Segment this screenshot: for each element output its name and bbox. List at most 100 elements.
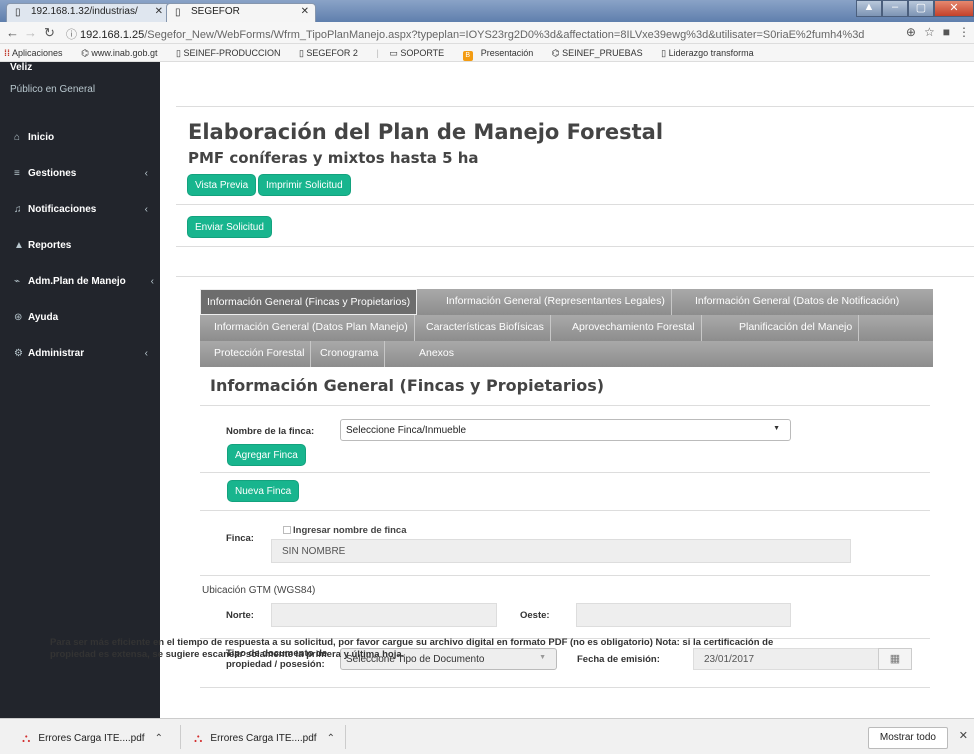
sidebar-item-gestiones[interactable]: ≡ Gestiones ‹ (14, 168, 160, 179)
tab-representantes-legales[interactable]: Información General (Representantes Lega… (440, 289, 672, 315)
bookmark-liderazgo[interactable]: ▯ Liderazgo transforma (661, 48, 762, 58)
bookmark-inab[interactable]: ⌬ www.inab.gob.gt (81, 48, 165, 58)
divider (200, 510, 930, 511)
pdf-icon: ⛬ (22, 731, 31, 745)
user-icon[interactable]: ▲ (856, 0, 882, 17)
send-request-button[interactable]: Enviar Solicitud (187, 216, 272, 238)
reload-icon[interactable]: ↻ (44, 25, 55, 41)
print-request-button[interactable]: Imprimir Solicitud (258, 174, 351, 196)
browser-tab-2[interactable]: ▯ SEGEFOR ✕ (166, 3, 316, 22)
tab-datos-plan-manejo[interactable]: Información General (Datos Plan Manejo) (208, 315, 415, 341)
forward-icon[interactable]: → (24, 25, 37, 40)
sidebar-item-label: Gestiones (28, 168, 77, 179)
document-icon: ▯ (175, 7, 181, 18)
sidebar-item-ayuda[interactable]: ⊛ Ayuda (14, 312, 160, 323)
add-finca-button[interactable]: Agregar Finca (227, 444, 306, 466)
norte-input[interactable] (271, 603, 497, 627)
download-item-2-name: Errores Carga ITE....pdf (210, 733, 317, 744)
user-name: Veliz (10, 62, 33, 73)
chevron-up-icon[interactable]: ⌃ (327, 733, 335, 744)
close-icon[interactable]: ✕ (959, 729, 968, 742)
show-all-downloads-button[interactable]: Mostrar todo (867, 727, 948, 749)
sidebar-item-adm-plan-de-manejo[interactable]: ⌁ Adm.Plan de Manejo ‹ (14, 276, 160, 287)
sidebar-item-label: Notificaciones (28, 204, 97, 215)
preview-button[interactable]: Vista Previa (187, 174, 257, 196)
oeste-input[interactable] (576, 603, 791, 627)
divider (180, 725, 181, 749)
tab-row-1: Información General (Fincas y Propietari… (200, 289, 933, 315)
bookmark-seinef-pruebas[interactable]: ⌬ SEINEF_PRUEBAS (552, 48, 651, 58)
gtm-label: Ubicación GTM (WGS84) (202, 585, 316, 596)
finca-name-checkbox[interactable]: Ingresar nombre de finca (283, 525, 407, 536)
download-bar: ⛬ Errores Carga ITE....pdf ⌃ ⛬ Errores Carg… (0, 718, 974, 754)
home-icon: ⌂ (14, 132, 21, 143)
list-icon: ≡ (14, 168, 20, 179)
chevron-left-icon: ‹ (144, 348, 148, 359)
download-item-1[interactable]: ⛬ Errores Carga ITE....pdf ⌃ (22, 727, 163, 747)
tab-caracteristicas-biofisicas[interactable]: Características Biofísicas (420, 315, 551, 341)
finca-name-label: Nombre de la finca: (226, 426, 315, 437)
browser-tabbar: ▯ 192.168.1.32/industrias/ ✕ ▯ SEGEFOR ✕… (0, 0, 974, 22)
sidebar-item-label: Administrar (28, 348, 85, 359)
document-icon: ▯ (15, 7, 21, 18)
dropdown-arrow-icon: ▼ (773, 425, 780, 432)
sidebar-item-reportes[interactable]: ▲ Reportes (14, 240, 160, 251)
bookmark-presentacion[interactable]: B Presentación (462, 48, 542, 61)
new-finca-button[interactable]: Nueva Finca (227, 480, 300, 502)
close-tab-icon[interactable]: ✕ (301, 6, 309, 17)
zoom-icon[interactable]: ⊕ (906, 25, 916, 39)
star-icon[interactable]: ☆ (924, 25, 935, 39)
minimize-icon[interactable]: – (882, 0, 908, 17)
bookmark-seinef-produccion[interactable]: ▯ SEINEF-PRODUCCION (176, 48, 288, 58)
url-field[interactable]: ⓘ 192.168.1.25/Segefor_New/WebForms/Wfrm_… (66, 25, 882, 42)
divider (200, 405, 930, 406)
bookmark-apps[interactable]: ⁞⁞ Aplicaciones (4, 48, 71, 58)
menu-icon[interactable]: ⋮ (958, 25, 970, 39)
bookmark-segefor2[interactable]: ▯ SEGEFOR 2 (299, 48, 366, 58)
close-tab-icon[interactable]: ✕ (155, 6, 163, 17)
chevron-up-icon[interactable]: ⌃ (155, 733, 163, 744)
sidebar-item-notificaciones[interactable]: ♫ Notificaciones ‹ (14, 204, 160, 215)
browser-tab-2-title: SEGEFOR (191, 6, 240, 17)
page-subtitle: PMF coníferas y mixtos hasta 5 ha (188, 149, 479, 167)
info-icon[interactable]: ⓘ (66, 29, 77, 41)
finca-select[interactable]: Seleccione Finca/Inmueble ▼ (340, 419, 791, 441)
tab-planificacion-manejo[interactable]: Planificación del Manejo (733, 315, 860, 341)
finca-name-input[interactable]: SIN NOMBRE (271, 539, 851, 563)
sidebar-item-administrar[interactable]: ⚙ Administrar ‹ (14, 348, 160, 359)
tab-datos-notificacion[interactable]: Información General (Datos de Notificaci… (689, 289, 905, 315)
chevron-left-icon: ‹ (150, 276, 154, 287)
checkbox-icon[interactable] (283, 526, 291, 534)
sidebar-item-label: Ayuda (28, 312, 59, 323)
user-role: Público en General (10, 84, 96, 95)
back-icon[interactable]: ← (6, 25, 19, 40)
calendar-icon[interactable]: ▦ (878, 648, 912, 670)
close-window-icon[interactable]: ✕ (934, 0, 974, 17)
finca-label: Finca: (226, 533, 254, 544)
apps-icon: ⁞⁞ (4, 48, 10, 58)
bookmarks-bar: ⁞⁞ Aplicaciones ⌬ www.inab.gob.gt ▯ SEIN… (0, 44, 974, 62)
tab-anexos[interactable]: Anexos (413, 341, 460, 367)
divider (176, 204, 974, 205)
tab-fincas-propietarios[interactable]: Información General (Fincas y Propietari… (200, 289, 418, 315)
chart-icon: ⌁ (14, 276, 21, 287)
sidebar-item-label: Reportes (28, 240, 72, 251)
address-icons: ⊕ ☆ ■ ⋮ (898, 25, 970, 39)
sidebar-item-inicio[interactable]: ⌂ Inicio (14, 132, 160, 143)
browser-tab-1-title: 192.168.1.32/industrias/ (31, 6, 138, 17)
tab-cronograma[interactable]: Cronograma (314, 341, 386, 367)
tab-proteccion-forestal[interactable]: Protección Forestal (208, 341, 312, 367)
download-item-1-name: Errores Carga ITE....pdf (38, 733, 145, 744)
norte-label: Norte: (226, 610, 254, 621)
pdf-icon: ⛬ (194, 731, 203, 745)
help-icon: ⊛ (14, 312, 23, 323)
divider (176, 276, 974, 277)
tab-aprovechamiento-forestal[interactable]: Aprovechamiento Forestal (566, 315, 702, 341)
download-item-2[interactable]: ⛬ Errores Carga ITE....pdf ⌃ (194, 727, 335, 747)
maximize-icon[interactable]: ▢ (908, 0, 934, 17)
extension-icon[interactable]: ■ (943, 25, 950, 39)
divider (200, 687, 930, 688)
bookmark-separator: | (376, 48, 379, 58)
bookmark-soporte[interactable]: ▭ SOPORTE (389, 48, 452, 58)
browser-tab-1[interactable]: ▯ 192.168.1.32/industrias/ ✕ (6, 3, 170, 22)
